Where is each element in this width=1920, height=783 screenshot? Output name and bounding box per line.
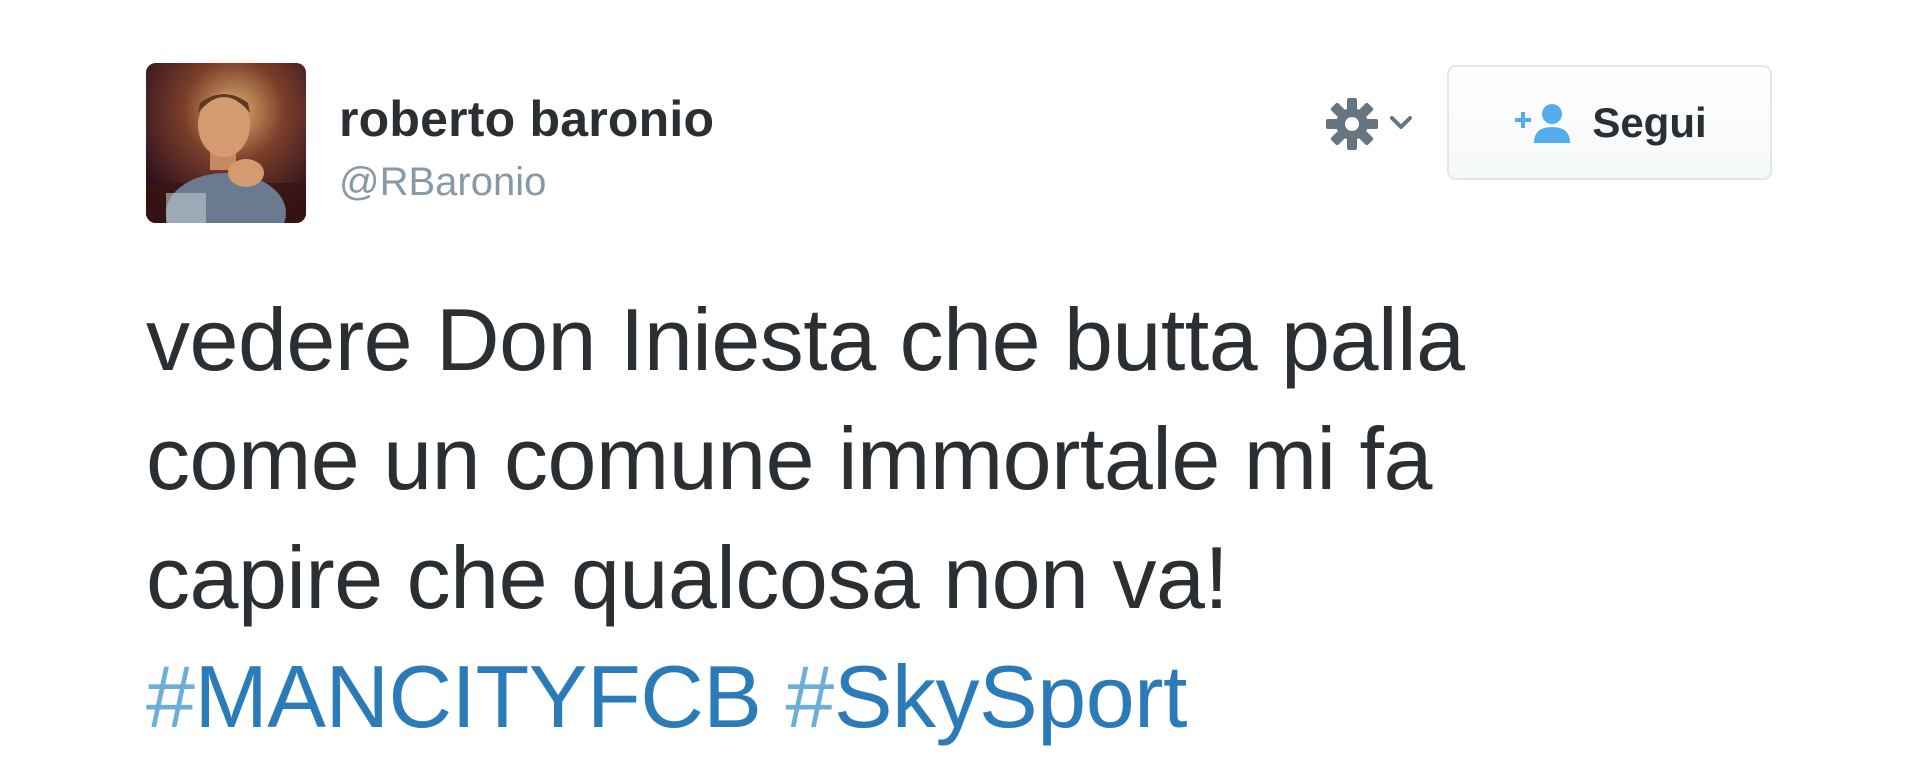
follow-button-label: Segui bbox=[1592, 98, 1707, 146]
hashtag-symbol: # bbox=[146, 647, 195, 746]
hashtag-link-mancityfcb[interactable]: #MANCITYFCB bbox=[146, 647, 762, 746]
tweet-options-menu[interactable] bbox=[1326, 96, 1426, 152]
hashtag-symbol: # bbox=[785, 647, 834, 746]
add-user-icon bbox=[1515, 103, 1571, 143]
hashtag-line: #MANCITYFCB #SkySport bbox=[146, 637, 1706, 756]
follow-button[interactable]: Segui bbox=[1447, 65, 1772, 180]
tweet-text-line: come un comune immortale mi fa bbox=[146, 409, 1432, 508]
author-handle[interactable]: @RBaronio bbox=[339, 160, 546, 205]
hashtag-link-skysport[interactable]: #SkySport bbox=[785, 647, 1188, 746]
tweet-text-line: capire che qualcosa non va! bbox=[146, 528, 1229, 627]
avatar-photo bbox=[146, 63, 306, 223]
tweet-text: vedere Don Iniesta che butta palla come … bbox=[146, 280, 1706, 756]
hashtag-text: MANCITYFCB bbox=[194, 647, 762, 746]
tweet-card: roberto baronio @RBaronio Segui vedere D… bbox=[0, 0, 1920, 783]
chevron-down-icon bbox=[1390, 116, 1412, 129]
hashtag-text: SkySport bbox=[833, 647, 1188, 746]
avatar[interactable] bbox=[146, 63, 306, 223]
tweet-text-line: vedere Don Iniesta che butta palla bbox=[146, 290, 1465, 389]
author-display-name[interactable]: roberto baronio bbox=[339, 90, 714, 148]
gear-icon bbox=[1326, 98, 1412, 150]
